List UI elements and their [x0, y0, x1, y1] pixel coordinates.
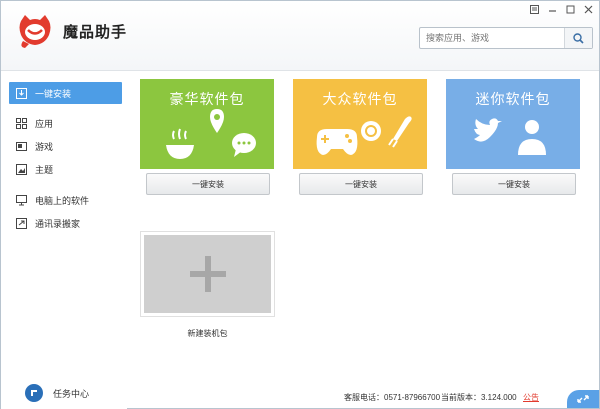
- app-window: 魔品助手 一键安装: [0, 0, 600, 409]
- sidebar-item-label: 主题: [35, 164, 54, 175]
- sidebar: 一键安装 应用 游戏 主题 电脑上的软件 通讯录搬家: [1, 72, 127, 409]
- sidebar-item-pc-software[interactable]: 电脑上的软件: [9, 189, 122, 211]
- luxury-package-card[interactable]: 豪华软件包: [140, 79, 274, 169]
- window-controls: [527, 3, 595, 15]
- search-box: [419, 27, 593, 49]
- sidebar-item-contacts-transfer[interactable]: 通讯录搬家: [9, 212, 122, 234]
- monitor-icon: [15, 194, 27, 206]
- gamepad-icon: [15, 140, 27, 152]
- sidebar-item-one-click-install[interactable]: 一键安装: [9, 82, 122, 104]
- search-icon: [573, 32, 584, 44]
- sidebar-item-label: 电脑上的软件: [35, 195, 90, 206]
- sidebar-item-label: 应用: [35, 118, 54, 129]
- sidebar-item-themes[interactable]: 主题: [9, 158, 122, 180]
- task-center-button[interactable]: 任务中心: [25, 384, 89, 402]
- contacts-transfer-icon: [15, 217, 27, 229]
- sidebar-item-label: 一键安装: [35, 88, 72, 99]
- search-button[interactable]: [564, 28, 592, 48]
- mini-package-illustration: [474, 118, 546, 155]
- new-package-placeholder: [144, 235, 271, 313]
- close-icon[interactable]: [581, 3, 595, 15]
- customer-service-hotline: 客服电话：0571-87966700: [344, 393, 441, 402]
- title-bar: 魔品助手: [1, 1, 599, 71]
- mini-install-button[interactable]: 一键安装: [452, 173, 576, 195]
- maximize-icon[interactable]: [563, 3, 577, 15]
- luxury-package-illustration: [166, 109, 256, 159]
- download-icon: [15, 87, 27, 99]
- sidebar-item-apps[interactable]: 应用: [9, 112, 122, 134]
- mini-package-card[interactable]: 迷你软件包: [446, 79, 580, 169]
- plus-icon: [189, 256, 226, 292]
- expand-arrows-icon: [577, 395, 589, 403]
- expand-button[interactable]: [567, 390, 599, 408]
- luxury-install-button[interactable]: 一键安装: [146, 173, 270, 195]
- popular-install-button[interactable]: 一键安装: [299, 173, 423, 195]
- sidebar-item-label: 游戏: [35, 141, 54, 152]
- sidebar-item-label: 通讯录搬家: [35, 218, 81, 229]
- app-title: 魔品助手: [63, 24, 128, 41]
- task-center-icon: [25, 384, 43, 402]
- new-package-label: 新建装机包: [187, 329, 228, 338]
- apps-grid-icon: [15, 117, 27, 129]
- task-center-label: 任务中心: [53, 388, 90, 399]
- popular-package-card[interactable]: 大众软件包: [293, 79, 427, 169]
- minimize-icon[interactable]: [545, 3, 559, 15]
- menu-icon[interactable]: [527, 3, 541, 15]
- search-input[interactable]: [420, 28, 565, 48]
- theme-icon: [15, 163, 27, 175]
- sidebar-item-games[interactable]: 游戏: [9, 135, 122, 157]
- notice-link[interactable]: 公告: [523, 392, 539, 403]
- new-package-tile[interactable]: [140, 231, 275, 317]
- current-version: 当前版本：3.124.000: [441, 393, 517, 402]
- popular-package-illustration: [316, 116, 412, 155]
- app-logo-icon: [19, 15, 51, 48]
